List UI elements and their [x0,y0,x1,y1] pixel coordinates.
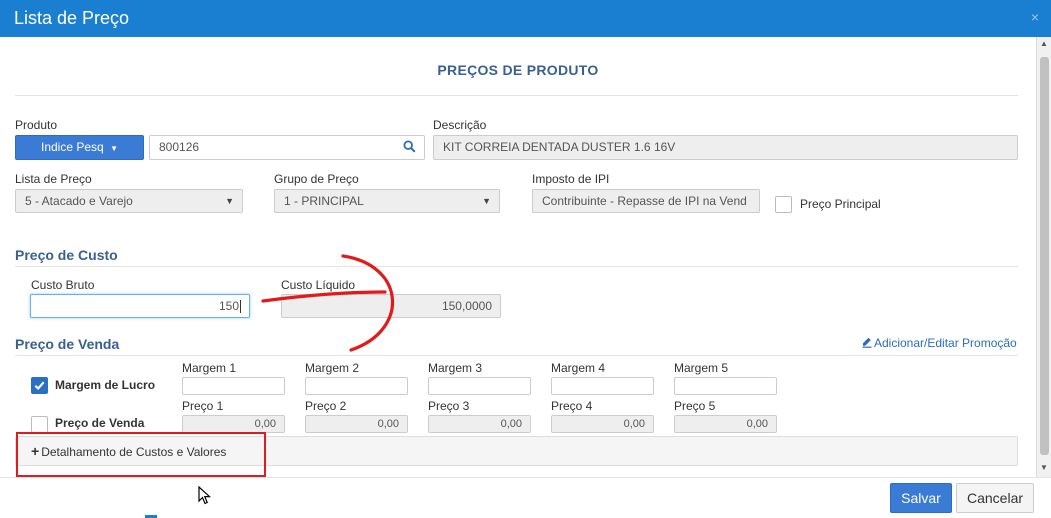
price-group-select[interactable]: 1 - PRINCIPAL ▼ [274,189,500,213]
gross-cost-value: 150 [218,299,239,313]
index-search-dropdown-button[interactable]: Indice Pesq ▼ [15,135,144,160]
produto-label: Produto [15,118,58,132]
margin-1-label: Margem 1 [182,361,237,375]
preco-venda-label: Preço de Venda [55,416,145,430]
price-4-field: 0,00 [551,415,654,433]
descricao-label: Descrição [433,118,487,132]
price-2-field: 0,00 [305,415,408,433]
divider [15,355,1018,356]
margin-4-input[interactable] [551,377,654,395]
price-list-dialog: Lista de Preço × ▲ ▼ PREÇOS DE PRODUTO P… [0,0,1051,518]
text-caret [240,300,241,314]
imposto-ipi-label: Imposto de IPI [532,172,610,186]
price-5-value: 0,00 [746,418,768,430]
margin-5-label: Margem 5 [674,361,729,375]
margin-3-input[interactable] [428,377,531,395]
price-1-label: Preço 1 [182,399,224,413]
pencil-icon [862,337,872,348]
price-3-value: 0,00 [500,418,522,430]
select-caret-icon: ▼ [482,196,491,206]
margin-5-input[interactable] [674,377,777,395]
margin-4-label: Margem 4 [551,361,606,375]
index-search-label: Indice Pesq [41,140,104,154]
price-5-field: 0,00 [674,415,777,433]
description-field: KIT CORREIA DENTADA DUSTER 1.6 16V [433,135,1018,160]
net-cost-value: 150,0000 [441,299,492,313]
price-5-label: Preço 5 [674,399,716,413]
price-list-selected: 5 - Atacado e Varejo [25,194,133,208]
preco-principal-label: Preço Principal [800,197,881,211]
mouse-cursor-icon [198,486,212,505]
cost-price-heading: Preço de Custo [15,247,118,263]
search-icon[interactable] [403,138,416,159]
description-value: KIT CORREIA DENTADA DUSTER 1.6 16V [443,140,676,154]
close-icon[interactable]: × [1031,9,1039,25]
ipi-tax-field[interactable]: Contribuinte - Repasse de IPI na Vend [532,189,760,213]
scroll-down-icon[interactable]: ▼ [1040,463,1048,472]
caret-down-icon: ▼ [110,144,118,153]
custo-liquido-label: Custo Líquido [281,278,356,292]
ipi-tax-value: Contribuinte - Repasse de IPI na Vend [542,194,747,208]
custo-bruto-label: Custo Bruto [31,278,95,292]
divider [15,266,1018,267]
section-title: PREÇOS DE PRODUTO [437,62,599,78]
price-2-value: 0,00 [377,418,399,430]
scrollbar-thumb[interactable] [1040,57,1049,455]
select-caret-icon: ▼ [225,196,234,206]
preco-principal-checkbox[interactable] [775,196,792,213]
add-edit-promotion-link[interactable]: Adicionar/Editar Promoção [862,336,1017,350]
margin-2-label: Margem 2 [305,361,360,375]
price-4-label: Preço 4 [551,399,593,413]
margem-lucro-checkbox[interactable] [31,377,48,394]
net-cost-field: 150,0000 [281,294,501,318]
scroll-up-icon[interactable]: ▲ [1040,39,1048,48]
price-list-select[interactable]: 5 - Atacado e Varejo ▼ [15,189,243,213]
cancel-button[interactable]: Cancelar [956,483,1034,513]
price-1-value: 0,00 [254,418,276,430]
price-1-field: 0,00 [182,415,285,433]
product-code-input[interactable]: 800126 [149,135,425,160]
dialog-titlebar: Lista de Preço × [0,0,1051,37]
margin-3-label: Margem 3 [428,361,483,375]
annotation-highlight-box [16,432,266,477]
vertical-scrollbar[interactable]: ▲ ▼ [1036,37,1051,477]
promotion-link-text: Adicionar/Editar Promoção [874,336,1017,350]
checkmark-icon [34,381,45,391]
lista-preco-label: Lista de Preço [15,172,92,186]
preco-venda-checkbox[interactable] [31,416,48,433]
price-group-selected: 1 - PRINCIPAL [284,194,364,208]
price-4-value: 0,00 [623,418,645,430]
price-3-field: 0,00 [428,415,531,433]
sale-price-heading: Preço de Venda [15,336,120,352]
gross-cost-input[interactable]: 150 [30,294,250,318]
save-button[interactable]: Salvar [890,483,952,513]
product-code-value: 800126 [159,140,200,154]
price-2-label: Preço 2 [305,399,347,413]
margin-2-input[interactable] [305,377,408,395]
grupo-preco-label: Grupo de Preço [274,172,359,186]
price-3-label: Preço 3 [428,399,470,413]
margin-1-input[interactable] [182,377,285,395]
divider [15,95,1018,96]
dialog-title: Lista de Preço [14,8,130,28]
margem-lucro-label: Margem de Lucro [55,378,156,392]
